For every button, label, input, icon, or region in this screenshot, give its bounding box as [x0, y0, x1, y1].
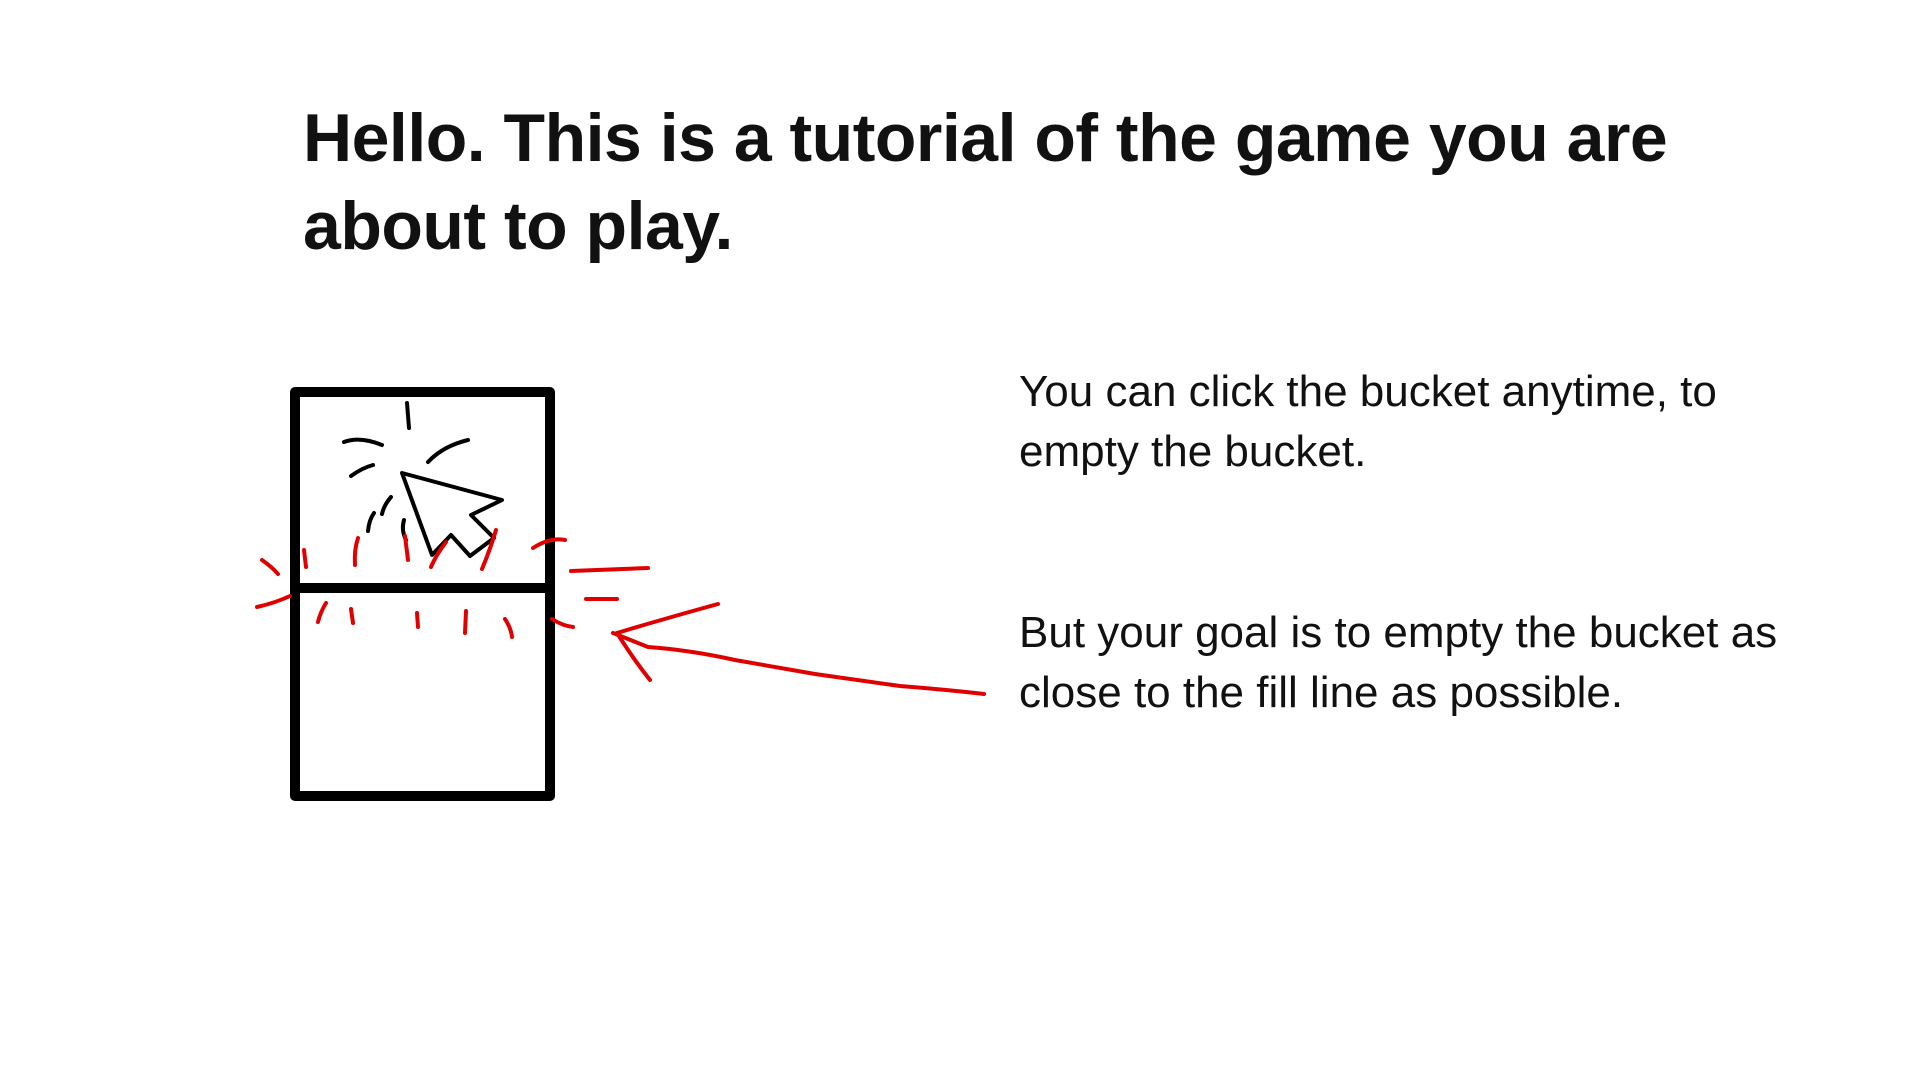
hand-drawn-arrow-icon	[611, 602, 986, 696]
goal-instruction: But your goal is to empty the bucket as …	[1019, 608, 1778, 717]
tutorial-title: Hello. This is a tutorial of the game yo…	[303, 100, 1668, 264]
bucket[interactable]	[290, 387, 555, 801]
click-bucket-instruction: You can click the bucket anytime, to emp…	[1019, 367, 1717, 476]
bucket-outline[interactable]	[290, 387, 555, 801]
